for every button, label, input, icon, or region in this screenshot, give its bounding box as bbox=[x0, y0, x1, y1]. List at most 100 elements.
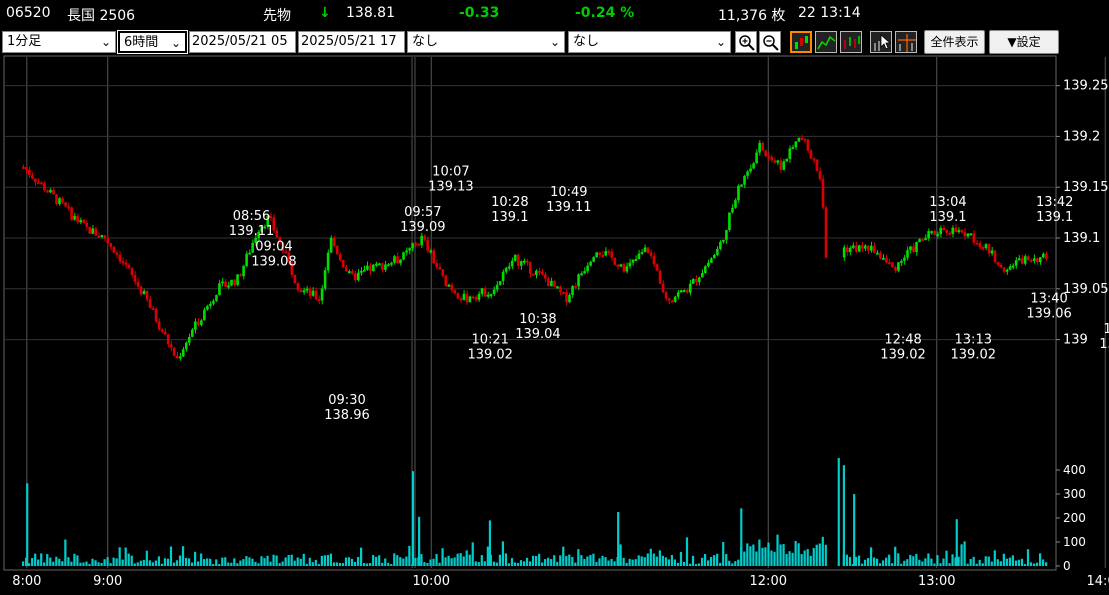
candle-body bbox=[172, 347, 176, 356]
period-select[interactable]: 6時間 ⌄ bbox=[117, 30, 188, 54]
volume-bar bbox=[755, 551, 758, 566]
zoom-out-button[interactable] bbox=[759, 31, 781, 53]
volume-bar bbox=[531, 555, 535, 566]
volume-bar bbox=[109, 563, 112, 566]
volume-bar bbox=[465, 550, 468, 566]
price-volume-chart[interactable]: 08:56139.1109:04139.0809:30138.9609:5713… bbox=[0, 55, 1109, 595]
candle-body bbox=[112, 246, 116, 253]
volume-bar bbox=[97, 562, 100, 566]
candle-body bbox=[504, 267, 508, 272]
volume-bar bbox=[586, 556, 589, 566]
candle-body bbox=[734, 200, 737, 208]
volume-bar bbox=[338, 562, 342, 566]
volume-bar bbox=[731, 563, 734, 566]
candle-body bbox=[103, 235, 107, 239]
volume-bar bbox=[326, 555, 329, 566]
volume-bar bbox=[879, 563, 882, 566]
volume-bar bbox=[936, 555, 939, 566]
candle-body bbox=[550, 280, 553, 287]
volume-bar bbox=[224, 557, 227, 566]
settings-button[interactable]: ▼設定 bbox=[989, 30, 1059, 54]
candle-body bbox=[492, 289, 496, 295]
volume-bar bbox=[94, 560, 97, 566]
volume-bar bbox=[664, 557, 667, 566]
indicator1-select[interactable]: なし ⌄ bbox=[407, 31, 565, 53]
volume-bar bbox=[269, 561, 272, 566]
candlestick-chart-button[interactable] bbox=[790, 31, 812, 53]
candle-body bbox=[483, 288, 487, 297]
candle-body bbox=[942, 227, 945, 230]
candle-body bbox=[809, 150, 813, 159]
candle-body bbox=[402, 252, 405, 260]
price-annotation: 14:06139.03 bbox=[1099, 322, 1109, 352]
volume-bar bbox=[707, 560, 710, 566]
volume-bar bbox=[67, 557, 70, 566]
volume-bar bbox=[667, 559, 670, 566]
volume-bar bbox=[875, 558, 879, 566]
volume-bar bbox=[809, 555, 812, 566]
volume-bar bbox=[55, 556, 58, 566]
volume-bar bbox=[607, 560, 610, 566]
volume-bar bbox=[577, 549, 580, 566]
volume-bar bbox=[372, 554, 375, 566]
volume-bar bbox=[966, 563, 969, 566]
candle-body bbox=[88, 226, 92, 234]
volume-bar bbox=[700, 557, 704, 566]
candle-body bbox=[178, 356, 182, 359]
candle-body bbox=[1044, 253, 1048, 259]
candle-body bbox=[812, 158, 816, 161]
from-date-input[interactable]: 2025/05/21 05 bbox=[189, 31, 296, 53]
volume-bar bbox=[323, 555, 326, 566]
candle-body bbox=[785, 158, 789, 162]
volume-bar bbox=[488, 520, 492, 566]
candle-body bbox=[752, 163, 755, 169]
volume-bar bbox=[418, 516, 421, 566]
candle-body bbox=[181, 349, 185, 357]
line-chart-button[interactable] bbox=[815, 31, 837, 53]
volume-bar bbox=[121, 559, 124, 566]
cursor-button[interactable] bbox=[870, 31, 892, 53]
candle-body bbox=[592, 257, 595, 262]
volume-bar bbox=[716, 553, 719, 566]
candle-body bbox=[710, 258, 713, 263]
candle-body bbox=[987, 244, 991, 254]
volume-bar bbox=[845, 554, 849, 566]
volume-bar bbox=[1035, 562, 1039, 566]
crosshair-button[interactable] bbox=[895, 31, 917, 53]
volume-bar bbox=[930, 558, 933, 566]
candle-body bbox=[652, 256, 656, 265]
candle-body bbox=[106, 238, 110, 244]
volume-bar bbox=[257, 563, 260, 566]
candle-body bbox=[1017, 258, 1021, 261]
candle-body bbox=[82, 220, 85, 223]
volume-bar bbox=[34, 553, 37, 566]
volume-bar bbox=[284, 557, 287, 566]
candle-body bbox=[544, 274, 547, 279]
interval-select[interactable]: 1分足 ⌄ bbox=[2, 31, 116, 53]
candle-body bbox=[399, 259, 402, 264]
candle-body bbox=[154, 308, 158, 322]
zoom-in-button[interactable] bbox=[735, 31, 757, 53]
candle-body bbox=[613, 257, 617, 265]
time-tick-label: 8:00 bbox=[12, 574, 41, 589]
volume-bar bbox=[58, 558, 61, 566]
ohlc-bar-chart-button[interactable] bbox=[840, 31, 862, 53]
volume-bar bbox=[685, 537, 689, 566]
show-all-button[interactable]: 全件表示 bbox=[924, 30, 985, 54]
volume-bar bbox=[290, 554, 293, 566]
candle-body bbox=[175, 355, 179, 359]
candle-body bbox=[688, 283, 692, 293]
candle-body bbox=[879, 252, 882, 259]
volume-bar bbox=[453, 557, 456, 566]
candle-body bbox=[586, 265, 589, 272]
to-date-input[interactable]: 2025/05/21 17 bbox=[298, 31, 405, 53]
candle-body bbox=[960, 230, 964, 233]
candle-body bbox=[885, 257, 888, 263]
candle-body bbox=[580, 273, 583, 276]
volume-bar bbox=[510, 558, 514, 566]
volume-bar bbox=[124, 547, 127, 566]
volume-tick-label: 100 bbox=[1063, 535, 1086, 549]
candle-body bbox=[673, 296, 677, 302]
indicator2-select[interactable]: なし ⌄ bbox=[568, 31, 731, 53]
volume-bar bbox=[646, 553, 649, 566]
